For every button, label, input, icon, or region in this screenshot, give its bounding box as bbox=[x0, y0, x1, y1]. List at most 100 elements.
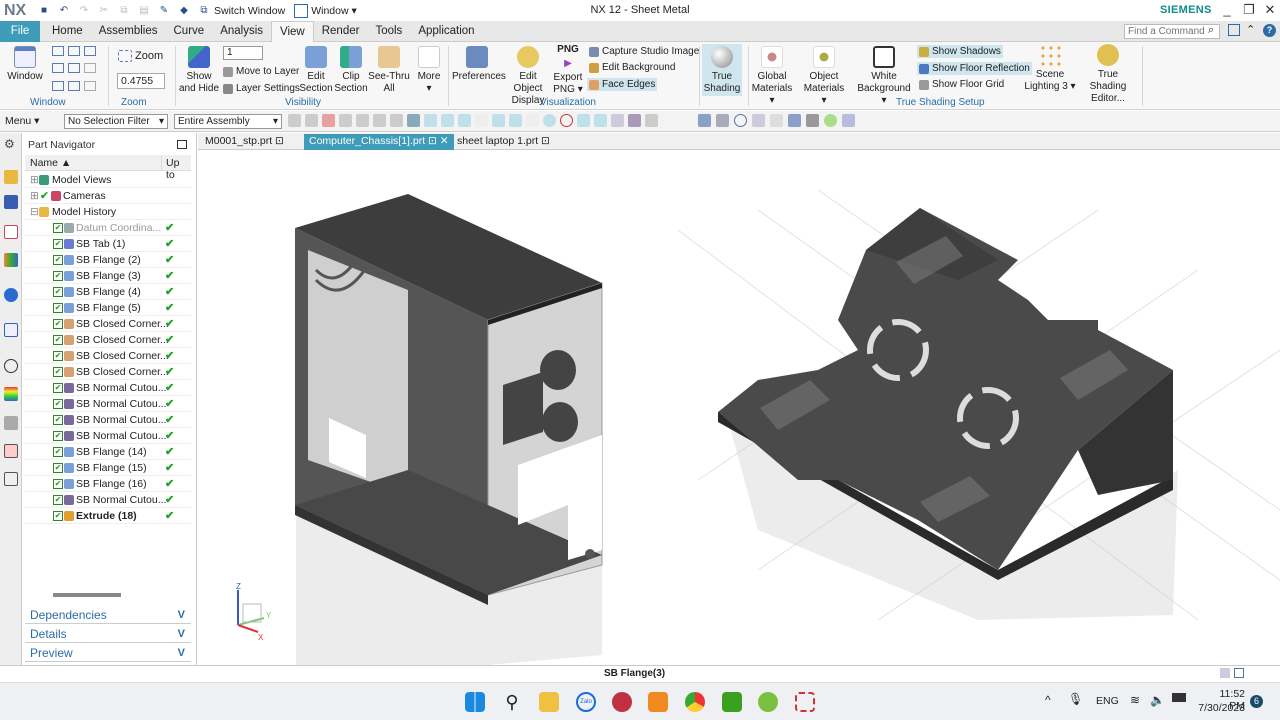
roles-icon[interactable] bbox=[4, 444, 18, 458]
export-png-button[interactable]: PNG ▶ Export PNG ▾ bbox=[553, 44, 583, 96]
pan-icon[interactable] bbox=[752, 114, 765, 127]
tree-node-feature[interactable]: ✔ SB Normal Cutou... ✔ bbox=[25, 412, 191, 428]
column-name[interactable]: Name ▲ bbox=[30, 157, 71, 169]
part-navigator-icon[interactable] bbox=[4, 225, 18, 239]
checkbox-icon[interactable]: ✔ bbox=[53, 463, 63, 473]
tree-node-feature[interactable]: ✔ SB Closed Corner... ✔ bbox=[25, 332, 191, 348]
perspective-icon[interactable] bbox=[770, 114, 783, 127]
render-style-icon[interactable] bbox=[806, 114, 819, 127]
checkbox-icon[interactable]: ✔ bbox=[53, 255, 63, 265]
body-icon[interactable] bbox=[407, 114, 420, 127]
minimize-button[interactable]: _ bbox=[1218, 2, 1236, 17]
checkbox-icon[interactable]: ✔ bbox=[53, 495, 63, 505]
see-thru-all-button[interactable]: See-Thru All bbox=[368, 46, 410, 95]
layout-single-icon[interactable] bbox=[52, 46, 64, 56]
checkbox-icon[interactable]: ✔ bbox=[53, 351, 63, 361]
status-icon-2[interactable] bbox=[1234, 668, 1244, 678]
checkbox-icon[interactable]: ✔ bbox=[53, 399, 63, 409]
rotate-icon[interactable] bbox=[734, 114, 747, 127]
status-icon-1[interactable] bbox=[1220, 668, 1230, 678]
true-shading-toggle[interactable]: True Shading bbox=[702, 44, 742, 96]
orient-view-icon[interactable] bbox=[788, 114, 801, 127]
tab-curve[interactable]: Curve bbox=[166, 21, 213, 42]
foxit-pdf-icon[interactable] bbox=[648, 692, 668, 712]
checkbox-icon[interactable]: ✔ bbox=[53, 319, 63, 329]
checkbox-icon[interactable]: ✔ bbox=[53, 287, 63, 297]
checkbox-icon[interactable]: ✔ bbox=[53, 479, 63, 489]
tab-file[interactable]: File bbox=[0, 20, 40, 42]
show-and-hide-button[interactable]: Show and Hide bbox=[178, 46, 220, 95]
filter-icon[interactable] bbox=[339, 114, 352, 127]
tree-node-feature[interactable]: ✔ SB Normal Cutou... ✔ bbox=[25, 428, 191, 444]
snipping-tool-icon[interactable] bbox=[795, 692, 815, 712]
deselect-icon[interactable] bbox=[305, 114, 318, 127]
snap-midpoint-icon[interactable] bbox=[458, 114, 471, 127]
feature-icon[interactable] bbox=[322, 114, 335, 127]
show-shadows-toggle[interactable]: Show Shadows bbox=[917, 45, 1003, 58]
snap-spline-icon[interactable] bbox=[509, 114, 522, 127]
zalo-icon[interactable]: Zalo bbox=[576, 692, 596, 712]
cut-icon[interactable]: ✂ bbox=[97, 4, 111, 18]
box-select-icon[interactable] bbox=[373, 114, 386, 127]
face-edges-toggle[interactable]: Face Edges bbox=[587, 78, 658, 91]
undo-icon[interactable]: ↶ bbox=[57, 4, 71, 18]
tree-node-feature[interactable]: ✔ Datum Coordina... ✔ bbox=[25, 220, 191, 236]
switch-window-button[interactable]: Switch Window bbox=[214, 5, 285, 17]
wifi-icon[interactable]: ≋ bbox=[1130, 693, 1140, 707]
layer-settings-button[interactable]: Layer Settings bbox=[223, 83, 300, 94]
checkbox-icon[interactable]: ✔ bbox=[53, 447, 63, 457]
checkbox-icon[interactable]: ✔ bbox=[53, 431, 63, 441]
tree-node-feature[interactable]: ✔ SB Flange (16) ✔ bbox=[25, 476, 191, 492]
layout-quad3-icon[interactable] bbox=[84, 63, 96, 74]
tree-node-feature[interactable]: ✔ Extrude (18) ✔ bbox=[25, 508, 191, 524]
history-icon[interactable] bbox=[4, 359, 18, 373]
notification-badge[interactable]: 6 bbox=[1250, 695, 1263, 708]
tree-node-feature[interactable]: ✔ SB Flange (2) ✔ bbox=[25, 252, 191, 268]
doc-tab-computer-chassis[interactable]: Computer_Chassis[1].prt ⊡ ✕ bbox=[304, 134, 454, 150]
clip-section-button[interactable]: Clip Section bbox=[334, 46, 368, 95]
tree-node-feature[interactable]: ✔ SB Flange (4) ✔ bbox=[25, 284, 191, 300]
settings-icon[interactable]: ⚙ bbox=[4, 137, 18, 151]
snap-face-icon[interactable] bbox=[611, 114, 624, 127]
checkbox-icon[interactable]: ✔ bbox=[53, 367, 63, 377]
more-button[interactable]: More ▾ bbox=[414, 46, 444, 95]
paste-icon[interactable]: ▤ bbox=[137, 4, 151, 18]
chrome-icon[interactable] bbox=[685, 692, 705, 712]
tree-node-feature[interactable]: ✔ SB Flange (15) ✔ bbox=[25, 460, 191, 476]
window-button[interactable]: Window bbox=[6, 46, 44, 83]
background-icon[interactable] bbox=[824, 114, 837, 127]
tree-node-feature[interactable]: ✔ SB Tab (1) ✔ bbox=[25, 236, 191, 252]
doc-tab-sheet-laptop[interactable]: sheet laptop 1.prt ⊡ bbox=[452, 134, 555, 150]
snap-on-curve-icon[interactable] bbox=[594, 114, 607, 127]
snap-intersection-icon[interactable] bbox=[492, 114, 505, 127]
tree-node-feature[interactable]: ✔ SB Normal Cutou... ✔ bbox=[25, 492, 191, 508]
zoom-button[interactable]: Zoom bbox=[118, 50, 163, 62]
volume-icon[interactable]: 🔈 bbox=[1150, 693, 1165, 707]
tab-assemblies[interactable]: Assemblies bbox=[91, 21, 166, 42]
process-studio-icon[interactable] bbox=[4, 416, 18, 430]
snap-point-icon[interactable] bbox=[577, 114, 590, 127]
system-scenes-icon[interactable] bbox=[4, 472, 18, 486]
layer-select[interactable]: 1 bbox=[223, 46, 263, 60]
tree-node-feature[interactable]: ✔ SB Flange (14) ✔ bbox=[25, 444, 191, 460]
collapse-ribbon-icon[interactable]: ⌃ bbox=[1246, 23, 1255, 36]
battery-icon[interactable] bbox=[1172, 693, 1186, 702]
find-command-input[interactable] bbox=[1124, 24, 1220, 39]
tree-node-feature[interactable]: ✔ SB Closed Corner... ✔ bbox=[25, 348, 191, 364]
edit-background-button[interactable]: Edit Background bbox=[589, 62, 675, 73]
layout-vsplit-icon[interactable] bbox=[68, 46, 80, 56]
global-materials-button[interactable]: Global Materials ▾ bbox=[748, 46, 796, 107]
move-to-layer-button[interactable]: Move to Layer bbox=[223, 66, 299, 77]
layout-six-icon[interactable] bbox=[52, 80, 64, 91]
snap-pole-icon[interactable] bbox=[645, 114, 658, 127]
tree-node-feature[interactable]: ✔ SB Normal Cutou... ✔ bbox=[25, 396, 191, 412]
tab-render[interactable]: Render bbox=[314, 21, 368, 42]
dependencies-panel[interactable]: Dependencies V bbox=[25, 606, 191, 624]
nx-app-icon[interactable] bbox=[612, 692, 632, 712]
snap-quadrant-icon[interactable] bbox=[560, 114, 573, 127]
snap-endpoint-icon[interactable] bbox=[424, 114, 437, 127]
save-icon[interactable]: ■ bbox=[37, 4, 51, 18]
redo-icon[interactable]: ↷ bbox=[77, 4, 91, 18]
ribbon-display-icon[interactable] bbox=[1228, 24, 1240, 36]
microphone-icon[interactable]: 🎙 bbox=[1068, 692, 1083, 706]
